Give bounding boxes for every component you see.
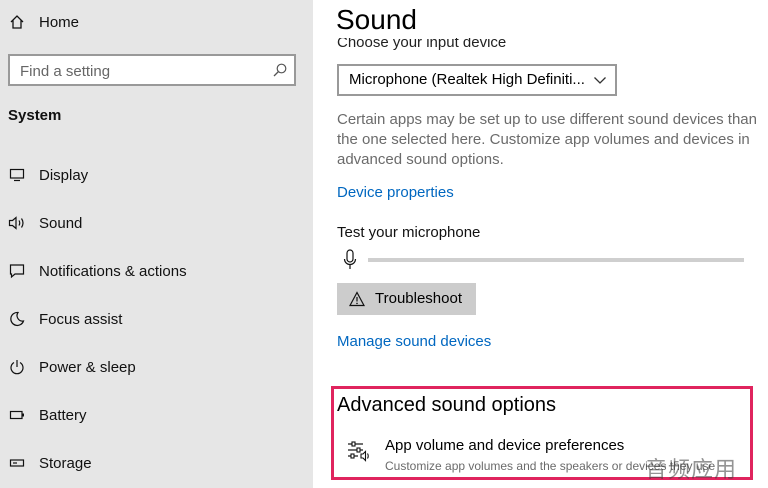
test-microphone-label: Test your microphone (337, 224, 481, 241)
sidebar-item-display[interactable]: Display (0, 155, 313, 195)
microphone-icon (343, 249, 357, 271)
sidebar: Home System Display Sound Notifications … (0, 0, 313, 488)
sidebar-item-sound[interactable]: Sound (0, 203, 313, 243)
power-icon (8, 358, 26, 376)
watermark-text: 音频应用 (645, 457, 738, 482)
microphone-level-meter (368, 258, 744, 262)
home-icon (8, 13, 26, 31)
main-content: Sound Choose your input device Microphon… (313, 0, 768, 488)
sidebar-item-storage[interactable]: Storage (0, 443, 313, 483)
sliders-icon (347, 440, 373, 462)
sidebar-item-label: Storage (39, 454, 92, 472)
sidebar-item-focus-assist[interactable]: Focus assist (0, 299, 313, 339)
sidebar-item-battery[interactable]: Battery (0, 395, 313, 435)
sidebar-item-label: Display (39, 166, 89, 184)
warning-icon (349, 291, 365, 307)
sidebar-item-label: Power & sleep (39, 358, 136, 376)
sidebar-item-label: Focus assist (39, 310, 123, 328)
sidebar-item-label: Battery (39, 406, 87, 424)
input-description: Certain apps may be set up to use differ… (337, 111, 757, 168)
section-title: System (8, 107, 62, 124)
sidebar-item-power-sleep[interactable]: Power & sleep (0, 347, 313, 387)
input-device-value: Microphone (Realtek High Definiti... (349, 71, 585, 88)
storage-icon (8, 454, 26, 472)
moon-icon (8, 310, 26, 328)
monitor-icon (8, 166, 26, 184)
sidebar-item-notifications[interactable]: Notifications & actions (0, 251, 313, 291)
page-title: Sound (336, 4, 417, 35)
input-device-dropdown[interactable]: Microphone (Realtek High Definiti... (337, 64, 617, 96)
chevron-down-icon (593, 74, 607, 86)
troubleshoot-button[interactable]: Troubleshoot (337, 283, 476, 315)
input-device-label: Choose your input device (337, 38, 507, 51)
notification-icon (8, 262, 26, 280)
sidebar-item-label: Notifications & actions (39, 262, 187, 280)
battery-icon (8, 406, 26, 424)
troubleshoot-label: Troubleshoot (375, 290, 462, 307)
search-input[interactable] (10, 56, 272, 86)
search-icon[interactable] (272, 62, 288, 78)
manage-sound-devices-link[interactable]: Manage sound devices (337, 333, 491, 350)
app-volume-preferences-title: App volume and device preferences (385, 437, 625, 454)
speaker-icon (8, 214, 26, 232)
home-label: Home (39, 13, 80, 31)
sidebar-item-label: Sound (39, 214, 83, 232)
home-nav-item[interactable]: Home (0, 2, 313, 42)
search-box[interactable] (8, 54, 296, 86)
advanced-sound-options-heading: Advanced sound options (337, 394, 557, 416)
device-properties-link[interactable]: Device properties (337, 184, 454, 201)
